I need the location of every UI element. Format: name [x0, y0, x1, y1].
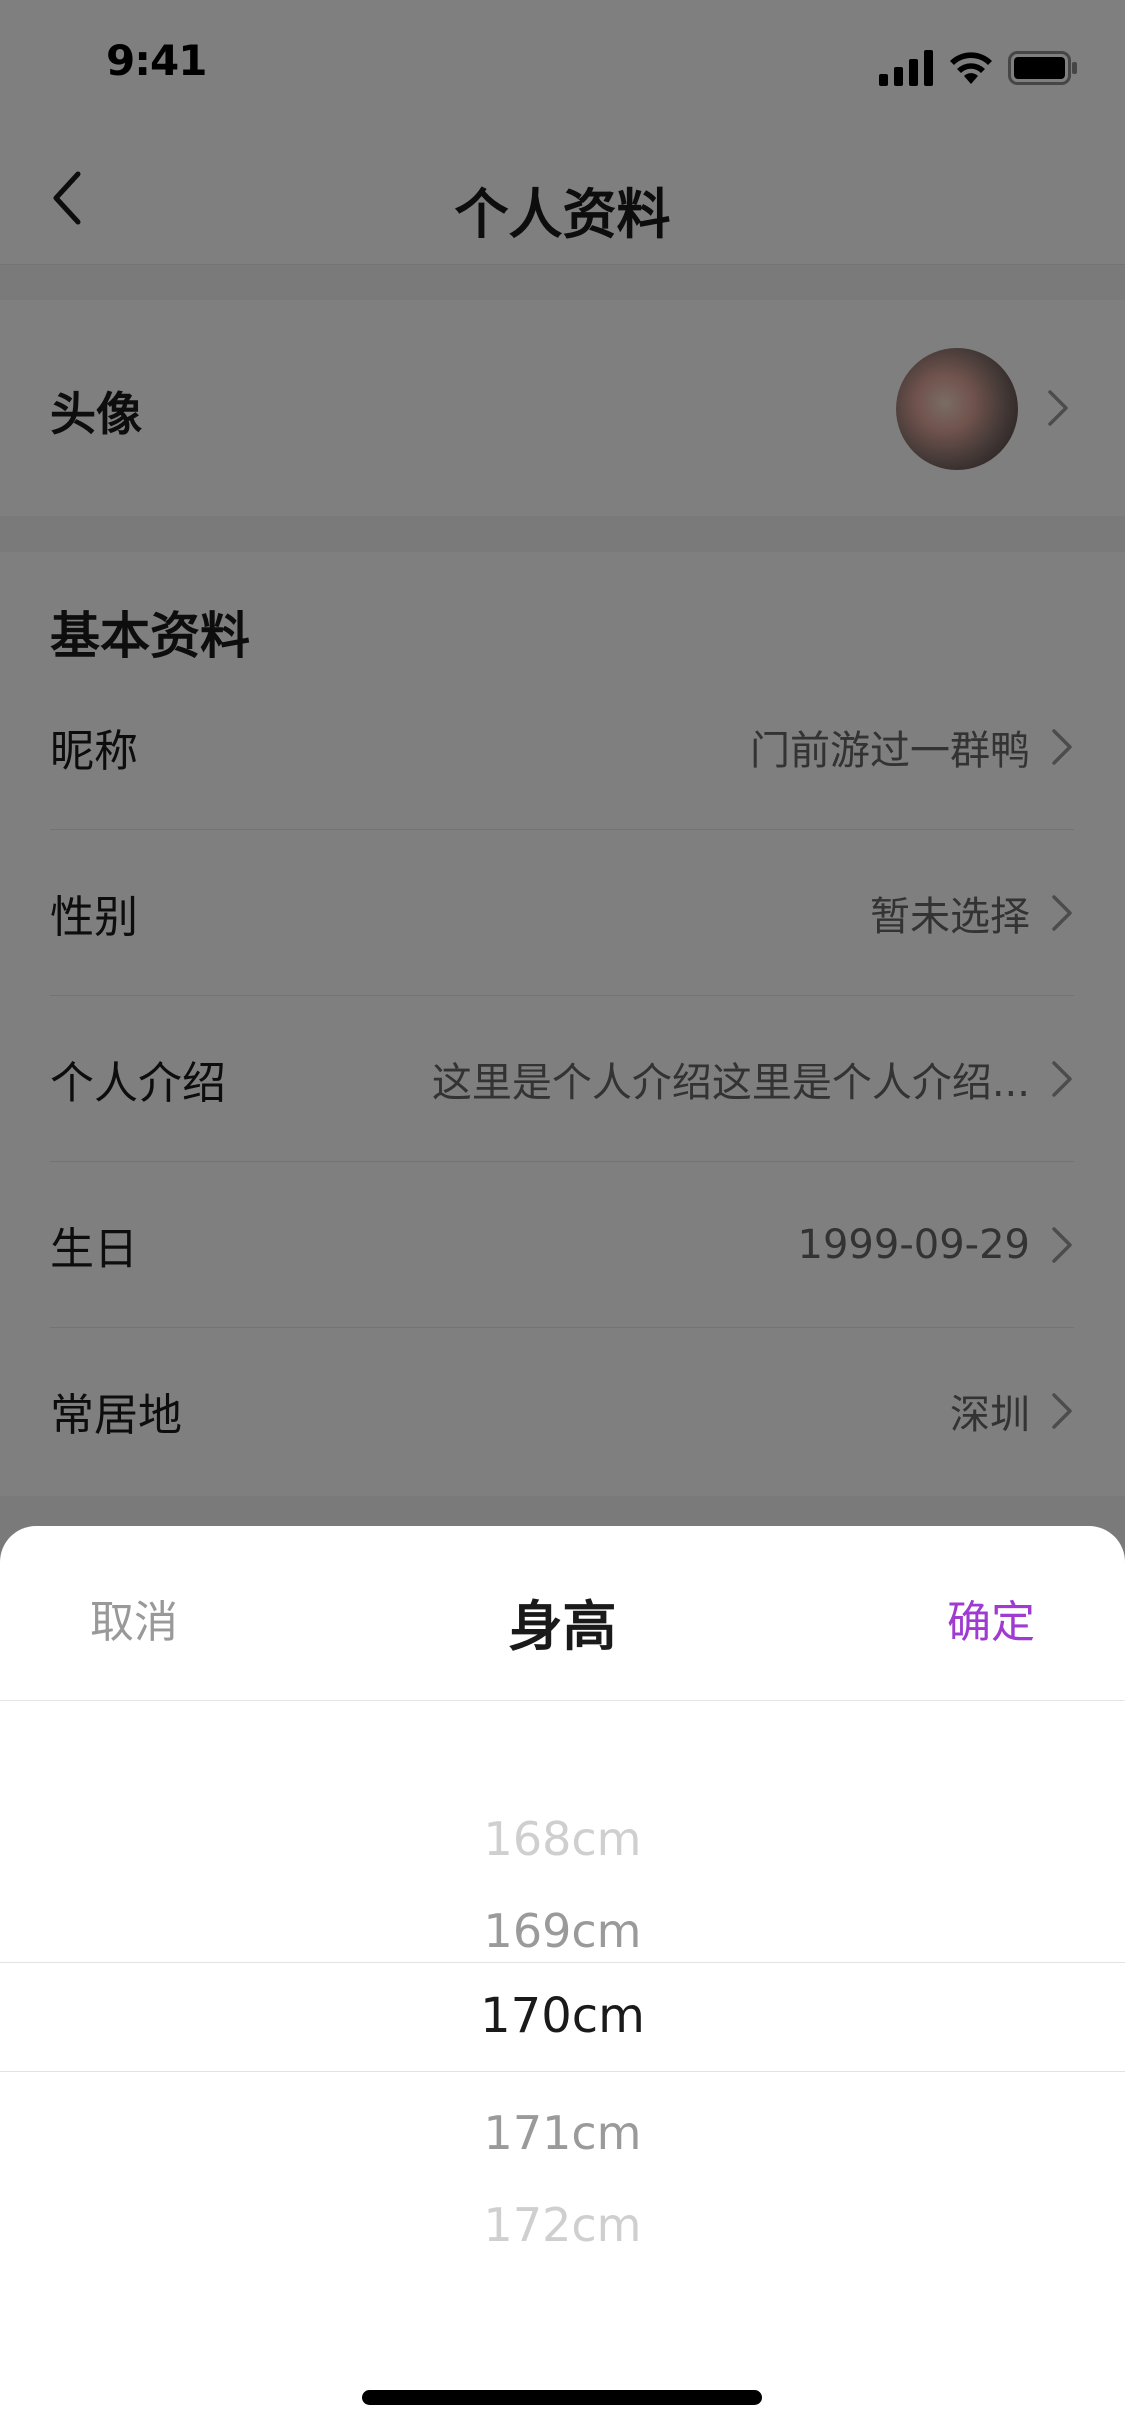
picker-option[interactable]: 172cm	[0, 2198, 1125, 2252]
picker-option[interactable]: 169cm	[0, 1904, 1125, 1958]
picker-header: 取消 身高 确定	[0, 1526, 1125, 1701]
height-picker-sheet: 取消 身高 确定 168cm 169cm 170cm 171cm 172cm	[0, 1526, 1125, 2436]
confirm-button[interactable]: 确定	[947, 1586, 1035, 1650]
picker-option[interactable]: 171cm	[0, 2106, 1125, 2160]
home-indicator	[362, 2390, 762, 2405]
picker-option-selected[interactable]: 170cm	[0, 1988, 1125, 2044]
profile-screen: 9:41 个人资料 头像 基本资料	[0, 0, 1125, 2436]
picker-option[interactable]: 168cm	[0, 1812, 1125, 1866]
